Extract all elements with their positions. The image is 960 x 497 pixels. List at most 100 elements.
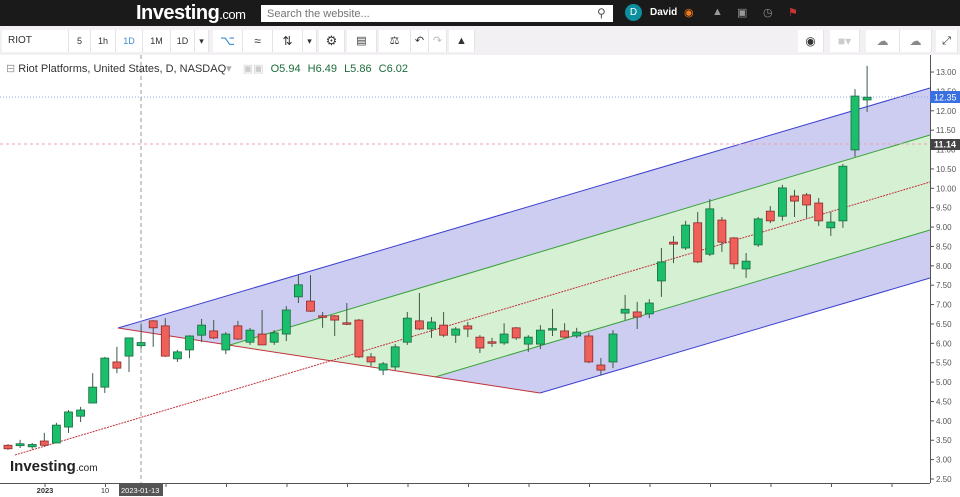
candle-body-up — [245, 329, 255, 343]
legend-title[interactable]: Riot Platforms, United States, D, NASDAQ — [18, 63, 226, 75]
price-axis: 13.0012.5012.0011.5011.0010.5010.009.509… — [930, 68, 957, 484]
candle-body-up — [644, 302, 654, 315]
candle-body-up — [269, 332, 279, 343]
candle-body-down — [233, 325, 243, 340]
candle-body-up — [100, 357, 110, 388]
settings-small-icon[interactable]: ▣ — [253, 63, 263, 75]
price-tick-label: 7.00 — [936, 301, 952, 310]
chart-legend: ⊟ Riot Platforms, United States, D, NASD… — [6, 62, 408, 75]
visibility-icon[interactable]: ▣ — [243, 63, 253, 75]
candle-body-up — [620, 308, 630, 314]
candle[interactable] — [76, 406, 85, 423]
candle-body-down — [669, 241, 678, 245]
price-tick-label: 5.00 — [936, 378, 952, 387]
candle-body-down — [729, 237, 739, 265]
candle-body-down — [560, 330, 569, 338]
candle-body-down — [112, 361, 122, 369]
price-tick-label: 10.50 — [936, 165, 957, 174]
watermark-text: Investing — [10, 458, 76, 475]
price-tick-label: 9.00 — [936, 223, 952, 232]
last-price-label: 12.35 — [934, 93, 957, 103]
candle-body-down — [414, 320, 424, 330]
candle[interactable] — [3, 444, 13, 450]
candle[interactable] — [39, 432, 49, 447]
candle[interactable] — [753, 216, 763, 247]
candle[interactable] — [390, 344, 400, 371]
marker-price-label: 11.14 — [934, 140, 956, 150]
candle-body-down — [209, 330, 219, 339]
candle[interactable] — [221, 332, 231, 355]
time-tick-label: 10 — [101, 486, 109, 495]
candle[interactable] — [681, 220, 690, 250]
candle-body-down — [584, 335, 594, 363]
candle[interactable] — [862, 65, 872, 112]
candle[interactable] — [850, 89, 860, 157]
legend-low: L5.86 — [344, 63, 372, 75]
candle[interactable] — [172, 349, 182, 362]
price-tick-label: 13.00 — [936, 68, 957, 77]
candle-body-up — [172, 351, 182, 360]
candle-body-down — [330, 315, 340, 321]
candle-body-down — [354, 319, 364, 358]
price-tick-label: 5.50 — [936, 359, 952, 368]
candle-body-up — [753, 218, 763, 246]
candle[interactable] — [729, 237, 739, 269]
candle[interactable] — [112, 346, 122, 374]
collapse-legend-icon[interactable]: ⊟ — [6, 63, 15, 75]
price-tick-label: 3.00 — [936, 456, 952, 465]
price-tick-label: 9.50 — [936, 204, 952, 213]
candle[interactable] — [378, 361, 388, 376]
candle[interactable] — [15, 439, 25, 448]
candle-body-down — [463, 325, 473, 330]
candle-body-up — [76, 409, 85, 417]
candle[interactable] — [88, 373, 98, 404]
candle[interactable] — [64, 410, 73, 433]
candle[interactable] — [185, 335, 194, 359]
candle-body-down — [475, 336, 485, 349]
candle[interactable] — [245, 327, 255, 345]
candle-body-down — [160, 325, 170, 357]
price-tick-label: 4.00 — [936, 417, 952, 426]
candle-body-down — [632, 311, 642, 318]
legend-dropdown-icon[interactable]: ▾ — [226, 63, 232, 75]
candle[interactable] — [838, 163, 848, 228]
candle[interactable] — [52, 422, 61, 444]
candle[interactable] — [100, 356, 110, 393]
candle-body-up — [221, 333, 231, 351]
candle-body-up — [451, 328, 461, 336]
candle-body-down — [306, 300, 315, 312]
candle[interactable] — [354, 318, 364, 359]
candle-body-up — [124, 337, 134, 357]
candle-body-up — [15, 443, 25, 447]
candle-body-up — [705, 208, 715, 255]
crosshair-date-label: 2023-01-13 — [121, 486, 159, 495]
candle-body-up — [850, 95, 860, 151]
candle-body-down — [814, 202, 824, 222]
candle-body-up — [778, 187, 787, 217]
candle-body-down — [765, 210, 775, 222]
candle-body-up — [281, 309, 291, 335]
candle-body-down — [802, 194, 811, 206]
candle[interactable] — [584, 332, 594, 364]
candle[interactable] — [27, 442, 37, 450]
candle-body-up — [52, 424, 61, 444]
candle[interactable] — [511, 327, 521, 340]
price-tick-label: 6.50 — [936, 320, 952, 329]
candle-body-up — [826, 221, 836, 229]
candle[interactable] — [124, 337, 134, 373]
price-tick-label: 2.50 — [936, 475, 952, 484]
price-tick-label: 12.00 — [936, 107, 957, 116]
candle-body-up — [741, 260, 751, 270]
candle-body-down — [511, 327, 521, 339]
price-tick-label: 3.50 — [936, 436, 952, 445]
candle-body-down — [318, 315, 328, 318]
candle-body-up — [536, 329, 545, 345]
candle[interactable] — [778, 184, 787, 221]
candle-body-down — [3, 444, 13, 450]
time-tick-label: 2023 — [37, 486, 54, 495]
candle-body-up — [197, 324, 207, 336]
price-tick-label: 11.50 — [936, 126, 956, 135]
candle-body-up — [548, 328, 557, 331]
candle-body-down — [693, 222, 703, 263]
candle-body-down — [487, 341, 497, 344]
